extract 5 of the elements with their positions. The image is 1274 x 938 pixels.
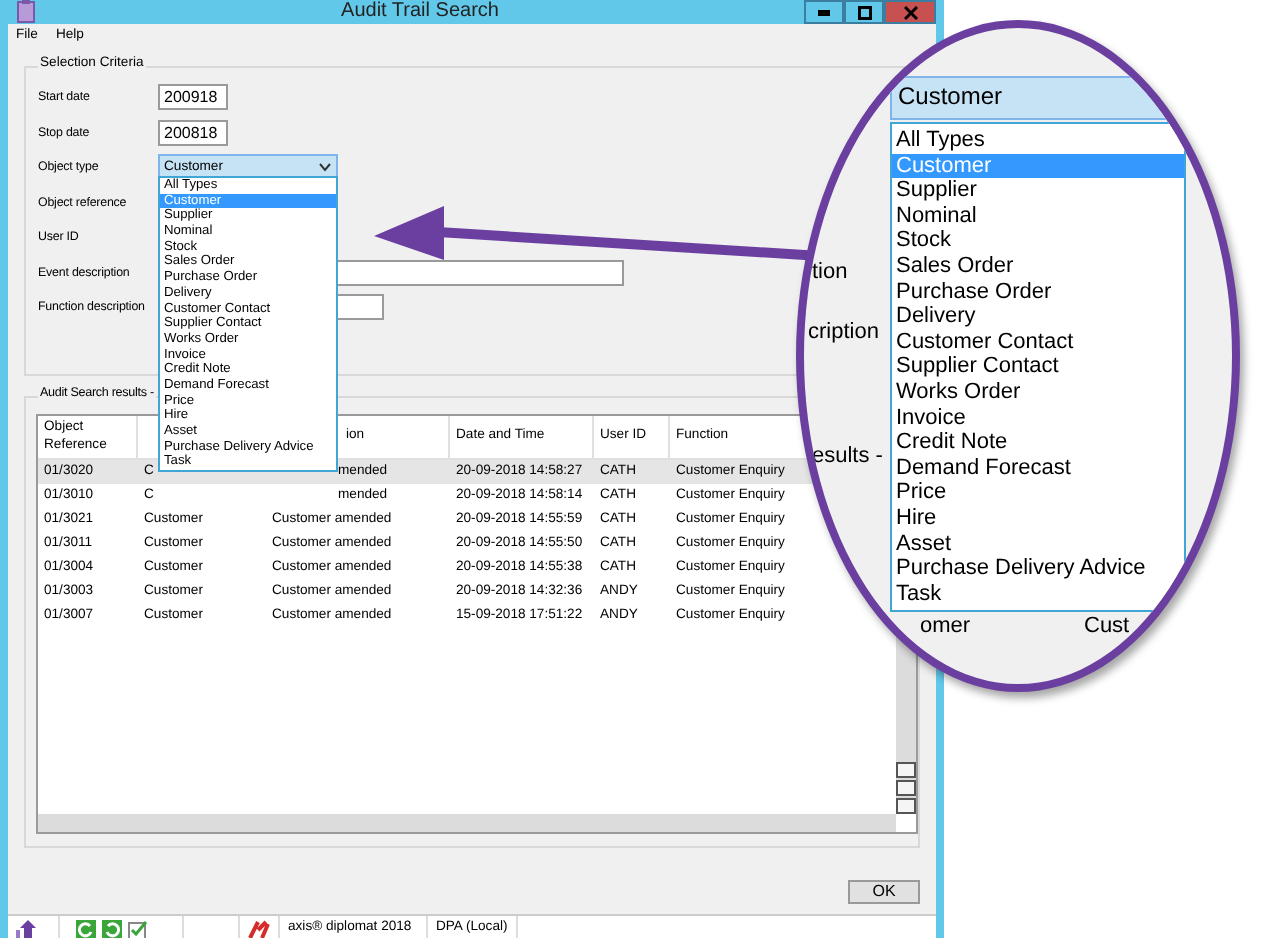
partial-label: cription xyxy=(808,320,879,347)
window-title: Audit Trail Search xyxy=(339,0,501,24)
partial-label: omer xyxy=(920,614,971,641)
partial-label: Cust xyxy=(1084,614,1130,641)
partial-label: tion xyxy=(812,260,848,287)
